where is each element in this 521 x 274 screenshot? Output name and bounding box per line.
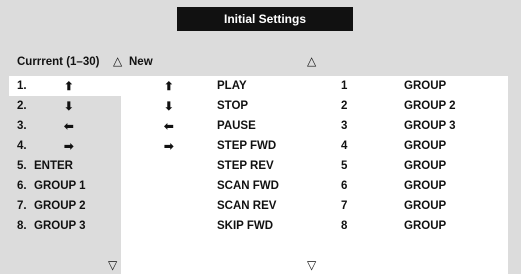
new-setting-row[interactable]: SCAN REV 7 GROUP xyxy=(121,196,508,216)
new-row-function: SKIP FWD xyxy=(217,220,274,232)
new-row-function: STEP REV xyxy=(217,160,274,172)
new-row-group: GROUP 2 xyxy=(404,100,456,112)
new-column-header: New xyxy=(129,56,153,68)
current-column-header: Currrent (1–30) xyxy=(17,56,99,68)
new-row-number: 7 xyxy=(341,200,348,212)
current-item-number: 7. xyxy=(17,200,27,212)
current-list: 1. ⬆ 2. ⬇ 3. ⬅ 4. ➡ 5. ENTER 6. GROUP 1 7. GROUP 2 8. G… xyxy=(9,76,129,236)
new-scroll-down-icon[interactable]: ▽ xyxy=(307,258,316,272)
current-list-item[interactable]: 1. ⬆ xyxy=(9,76,129,96)
current-item-number: 8. xyxy=(17,220,27,232)
new-row-group: GROUP 3 xyxy=(404,120,456,132)
new-row-number: 4 xyxy=(341,140,348,152)
page-title: Initial Settings xyxy=(177,7,353,31)
new-row-number: 3 xyxy=(341,120,348,132)
new-row-group: GROUP xyxy=(404,200,447,212)
new-row-number: 5 xyxy=(341,160,348,172)
new-row-function: PAUSE xyxy=(217,120,256,132)
new-row-function: STOP xyxy=(217,100,249,112)
new-row-number: 8 xyxy=(341,220,348,232)
current-list-item[interactable]: 4. ➡ xyxy=(9,136,129,156)
current-list-item[interactable]: 8. GROUP 3 xyxy=(9,216,129,236)
new-row-arrow-icon: ➡ xyxy=(164,141,174,153)
new-setting-row[interactable]: ⬅ PAUSE 3 GROUP 3 xyxy=(121,116,508,136)
current-item-number: 5. xyxy=(17,160,27,172)
current-item-arrow-icon: ⬅ xyxy=(64,121,74,133)
current-item-arrow-icon: ⬇ xyxy=(64,101,74,113)
current-list-item[interactable]: 6. GROUP 1 xyxy=(9,176,129,196)
new-row-group: GROUP xyxy=(404,220,447,232)
current-item-number: 6. xyxy=(17,180,27,192)
new-row-function: STEP FWD xyxy=(217,140,277,152)
new-row-function: PLAY xyxy=(217,80,247,92)
new-row-number: 2 xyxy=(341,100,348,112)
new-setting-row[interactable]: ⬆ PLAY 1 GROUP xyxy=(121,76,508,96)
new-setting-row[interactable]: ➡ STEP FWD 4 GROUP xyxy=(121,136,508,156)
current-item-number: 3. xyxy=(17,120,27,132)
new-row-number: 1 xyxy=(341,80,348,92)
current-item-number: 1. xyxy=(17,80,27,92)
current-item-arrow-icon: ⬆ xyxy=(64,81,74,93)
current-list-item[interactable]: 7. GROUP 2 xyxy=(9,196,129,216)
current-item-number: 4. xyxy=(17,140,27,152)
new-setting-row[interactable]: SCAN FWD 6 GROUP xyxy=(121,176,508,196)
new-row-arrow-icon: ⬇ xyxy=(164,101,174,113)
new-row-arrow-icon: ⬆ xyxy=(164,81,174,93)
current-item-label: GROUP 1 xyxy=(34,180,86,192)
new-row-group: GROUP xyxy=(404,160,447,172)
new-setting-row[interactable]: STEP REV 5 GROUP xyxy=(121,156,508,176)
current-list-item[interactable]: 5. ENTER xyxy=(9,156,129,176)
current-scroll-down-icon[interactable]: ▽ xyxy=(108,258,117,272)
new-row-group: GROUP xyxy=(404,140,447,152)
new-setting-row[interactable]: ⬇ STOP 2 GROUP 2 xyxy=(121,96,508,116)
new-settings-panel: △ ▽ ⬆ PLAY 1 GROUP ⬇ STOP 2 GROUP 2 ⬅ PAUSE 3 GROUP… xyxy=(121,54,508,274)
new-row-group: GROUP xyxy=(404,80,447,92)
new-row-arrow-icon: ⬅ xyxy=(164,121,174,133)
current-header-label: Currrent (1–30) xyxy=(17,56,100,68)
new-row-group: GROUP xyxy=(404,180,447,192)
current-list-item[interactable]: 3. ⬅ xyxy=(9,116,129,136)
current-item-arrow-icon: ➡ xyxy=(64,141,74,153)
current-scroll-up-icon[interactable]: △ xyxy=(113,54,122,68)
current-list-item[interactable]: 2. ⬇ xyxy=(9,96,129,116)
new-setting-row[interactable]: SKIP FWD 8 GROUP xyxy=(121,216,508,236)
current-item-number: 2. xyxy=(17,100,27,112)
current-item-label: GROUP 3 xyxy=(34,220,86,232)
current-item-label: ENTER xyxy=(34,160,73,172)
new-row-function: SCAN REV xyxy=(217,200,277,212)
current-item-label: GROUP 2 xyxy=(34,200,86,212)
new-row-function: SCAN FWD xyxy=(217,180,279,192)
new-scroll-up-icon[interactable]: △ xyxy=(307,54,316,68)
new-row-number: 6 xyxy=(341,180,348,192)
